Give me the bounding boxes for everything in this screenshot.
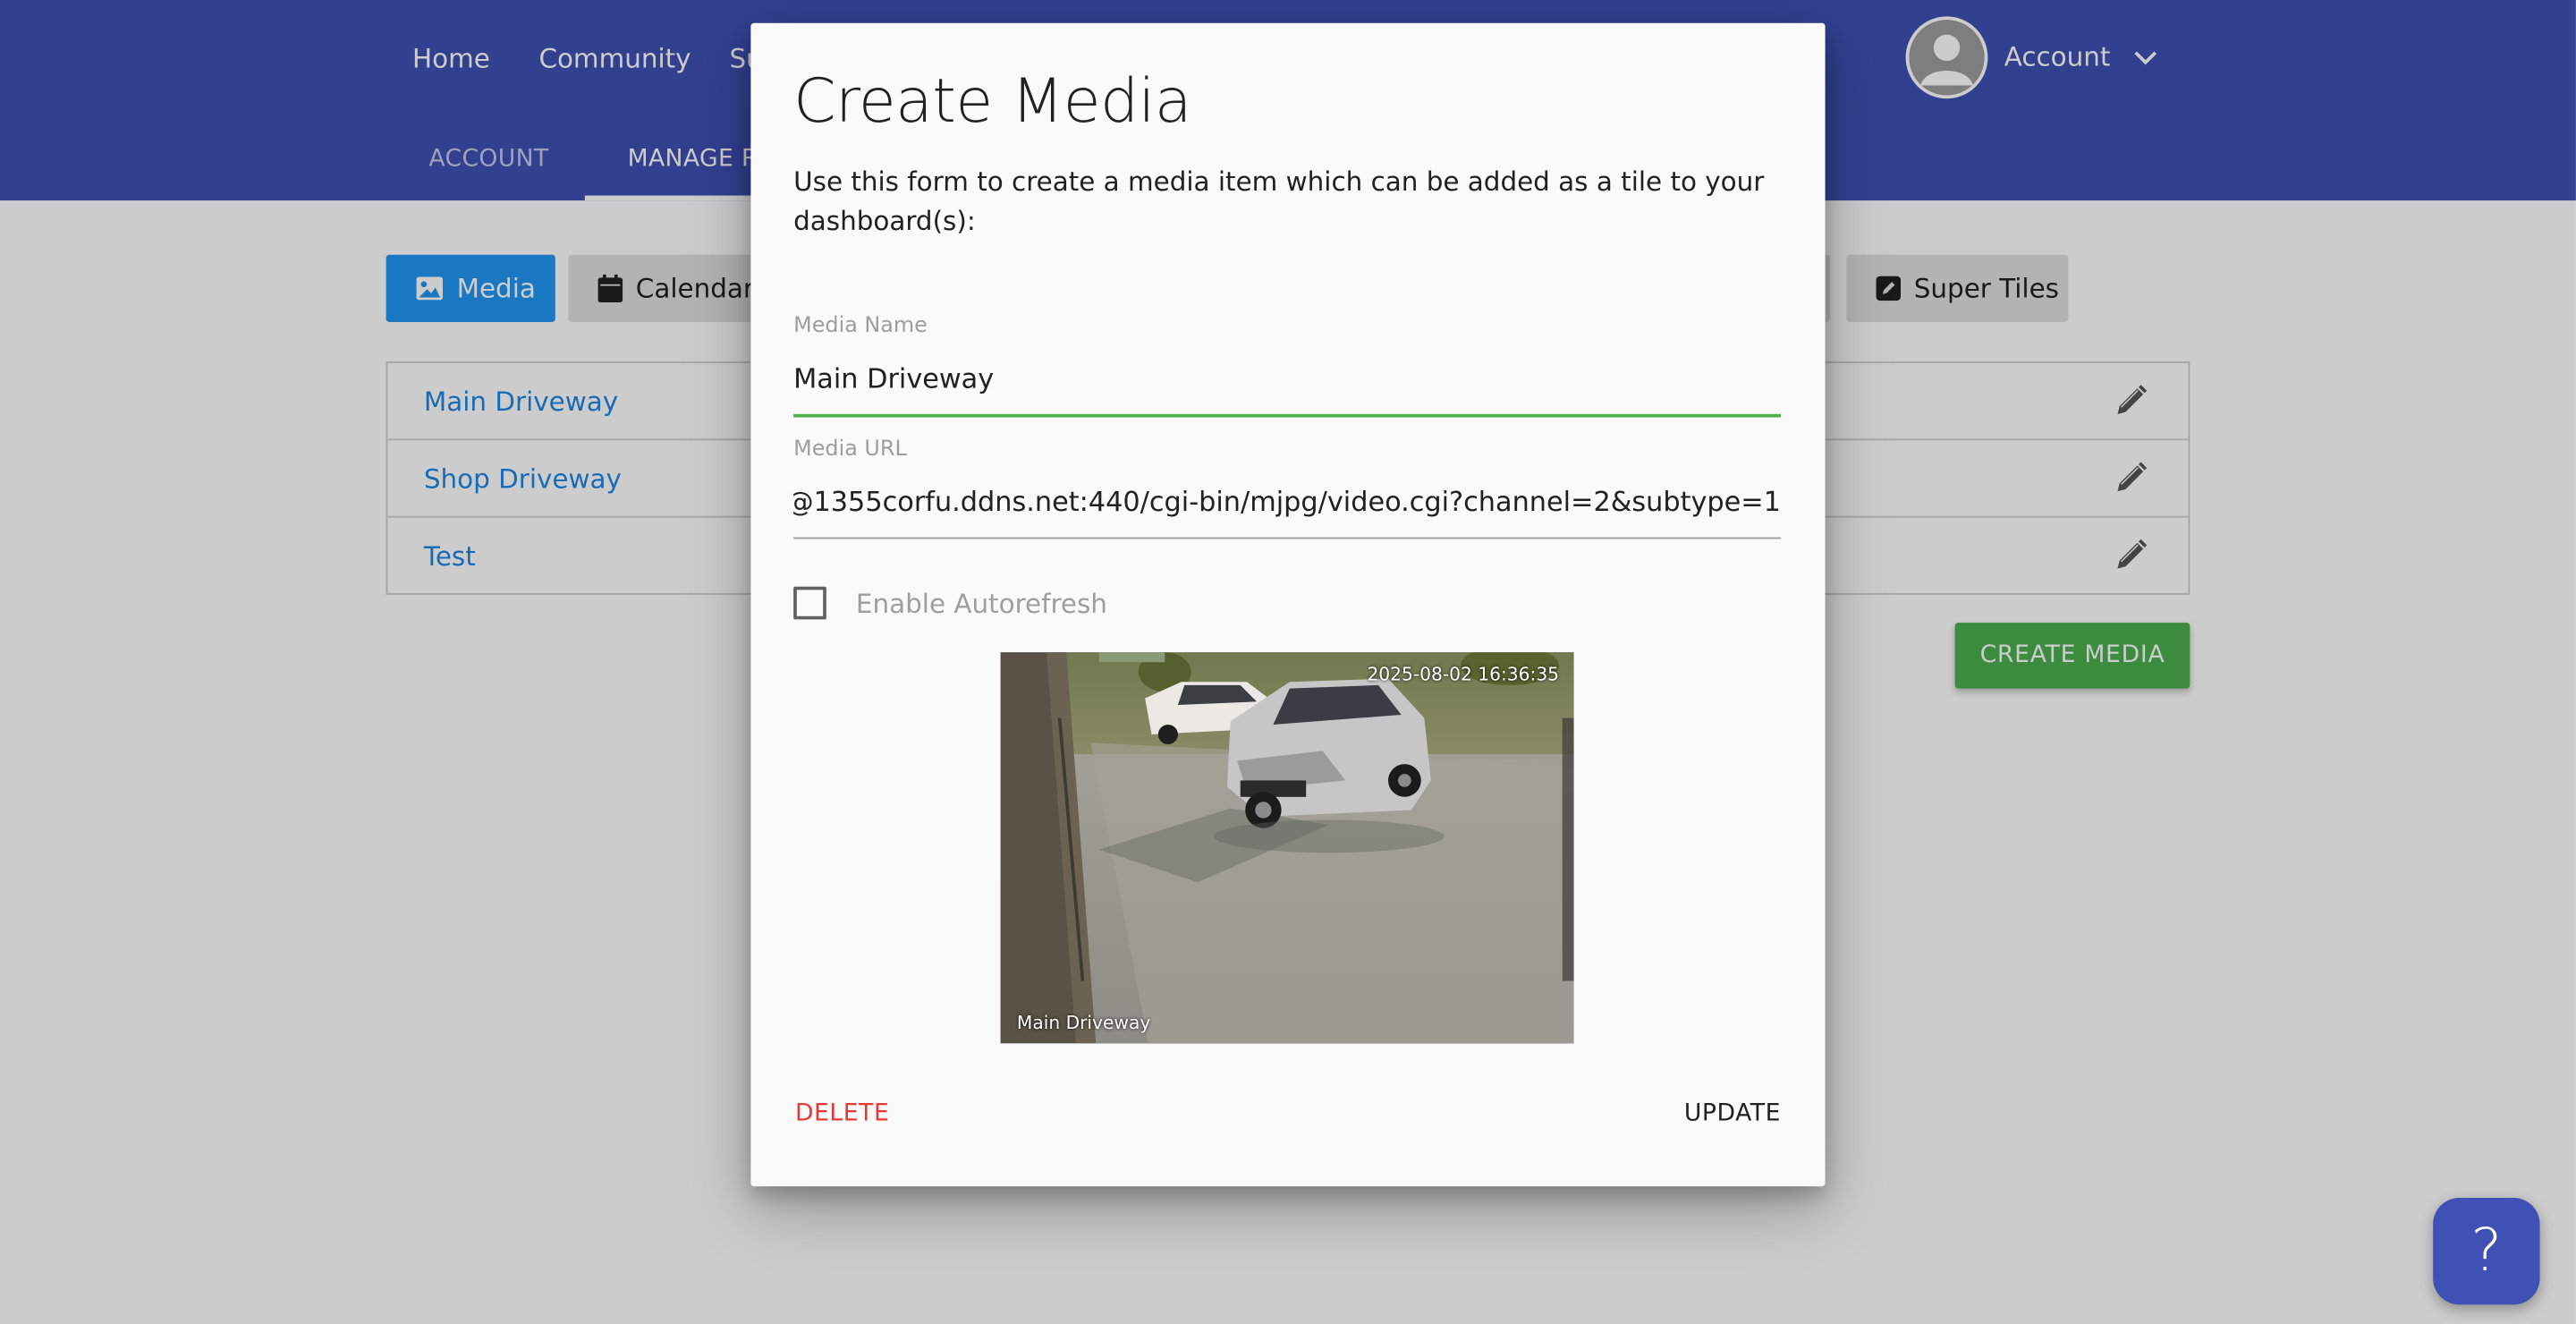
media-name-input[interactable] (793, 352, 1781, 403)
preview-caption: Main Driveway (1016, 1012, 1151, 1034)
update-button[interactable]: UPDATE (1684, 1098, 1781, 1131)
dialog-title: Create Media (793, 65, 1192, 137)
preview-timestamp: 2025-08-02 16:36:35 (1367, 664, 1560, 685)
app-root: Home Community Su ACCOUNT MANAGE R Accou… (0, 0, 2576, 1324)
delete-button[interactable]: DELETE (795, 1098, 889, 1131)
help-button[interactable]: ? (2433, 1197, 2540, 1305)
media-url-input[interactable]: er123@1355corfu.ddns.net:440/cgi-bin/mjp… (793, 480, 1781, 525)
dialog-description: Use this form to create a media item whi… (793, 166, 1765, 237)
media-name-label: Media Name (793, 313, 928, 339)
media-name-focus-underline (793, 413, 1781, 418)
media-url-underline (793, 537, 1781, 539)
media-url-value: er123@1355corfu.ddns.net:440/cgi-bin/mjp… (793, 486, 1781, 518)
media-preview-image: 2025-08-02 16:36:35 Main Driveway (1000, 652, 1574, 1044)
create-media-dialog: Create Media Use this form to create a m… (750, 22, 1826, 1187)
autorefresh-checkbox[interactable] (793, 586, 826, 620)
autorefresh-label[interactable]: Enable Autorefresh (856, 587, 1107, 623)
media-url-label: Media URL (793, 437, 907, 463)
